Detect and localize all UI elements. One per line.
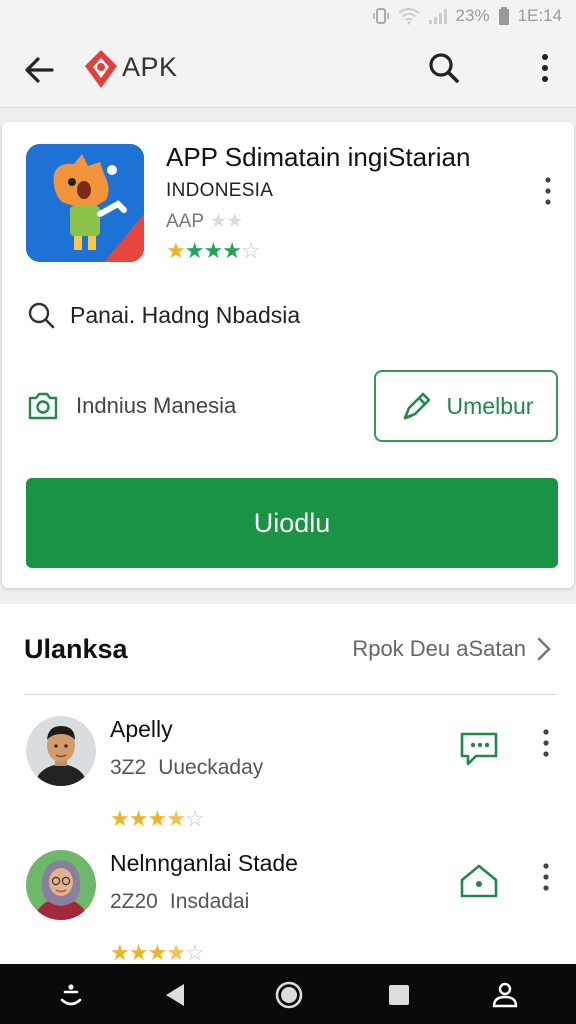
battery-percent: 23% — [455, 6, 490, 25]
back-arrow-icon[interactable] — [20, 50, 60, 90]
developer-label: AAP — [166, 210, 205, 232]
chevron-right-icon — [537, 637, 551, 661]
reviews-link-label: Rpok Deu aSatan — [352, 636, 526, 661]
apk-logo-icon — [85, 50, 117, 88]
vibrate-icon — [372, 8, 389, 24]
brand-name: APK — [122, 52, 178, 82]
assistant-icon[interactable] — [54, 978, 88, 1012]
star: ★ — [166, 238, 186, 263]
star: ★ — [166, 940, 186, 965]
home-nav-icon[interactable] — [272, 978, 306, 1012]
review-count: 2Z20 — [110, 890, 158, 913]
app-bar: APK — [0, 34, 576, 108]
star: ☆ — [184, 940, 205, 965]
avatar[interactable] — [26, 850, 96, 920]
reviews-section: Ulanksa Rpok Deu aSatan Apelly 3Z2 Uueck… — [0, 604, 576, 965]
star: ★ — [222, 238, 242, 263]
reviewer-name: Nelnnganlai Stade — [110, 850, 298, 876]
star: ★ — [203, 238, 223, 263]
star: ★ — [128, 940, 149, 965]
camera-row-text: Indnius Manesia — [76, 393, 237, 418]
app-icon[interactable] — [26, 144, 144, 262]
review-item: Apelly 3Z2 Uueckaday ★★★★☆ — [0, 716, 576, 846]
more-vert-icon[interactable] — [530, 48, 560, 88]
star: ★ — [147, 806, 167, 831]
status-bar: 23% 1E:14 — [0, 0, 576, 34]
search-row-text: Panai. Hadng Nbadsia — [70, 301, 301, 328]
app-card: APP Sdimatain ingiStarian INDONESIA AAP … — [2, 122, 574, 588]
avatar[interactable] — [26, 716, 96, 786]
star: ★ — [128, 806, 149, 831]
reviews-title: Ulanksa — [24, 634, 128, 664]
home-icon[interactable] — [456, 858, 502, 904]
star: ★ — [184, 238, 205, 263]
review-rating-stars: ★★★★☆ — [110, 940, 205, 966]
clock: 1E:14 — [517, 6, 562, 25]
more-vert-icon[interactable] — [536, 726, 556, 760]
app-country: INDONESIA — [166, 180, 274, 201]
search-row[interactable]: Panai. Hadng Nbadsia — [26, 300, 300, 330]
wifi-icon — [397, 8, 420, 25]
review-item: Nelnnganlai Stade 2Z20 Insdadai ★★★★☆ — [0, 850, 576, 980]
camera-row[interactable]: Indnius Manesia — [26, 390, 236, 422]
install-button[interactable]: Uiodlu — [26, 478, 558, 568]
divider — [24, 694, 556, 695]
back-nav-icon[interactable] — [158, 978, 192, 1012]
faint-stars: ★★ — [210, 211, 243, 232]
camera-icon — [28, 392, 58, 420]
review-date: Insdadai — [169, 890, 250, 913]
user-nav-icon[interactable] — [488, 978, 522, 1012]
more-vert-icon[interactable] — [538, 174, 558, 208]
chat-icon[interactable] — [456, 724, 502, 770]
app-developer: AAP ★★ — [166, 210, 243, 233]
app-title: APP Sdimatain ingiStarian — [166, 142, 471, 172]
pencil-icon — [403, 392, 430, 420]
battery-icon — [498, 7, 509, 25]
star: ★ — [166, 806, 186, 831]
more-vert-icon[interactable] — [536, 860, 556, 894]
reviews-see-all-link[interactable]: Rpok Deu aSatan — [352, 636, 552, 662]
star: ★ — [110, 940, 130, 965]
app-rating-stars: ★★★★☆ — [166, 238, 261, 264]
update-outline-label: Umelbur — [446, 392, 534, 419]
review-count: 3Z2 — [110, 756, 147, 779]
search-icon[interactable] — [424, 48, 464, 88]
install-button-label: Uiodlu — [253, 507, 331, 538]
review-meta: 3Z2 Uueckaday — [110, 756, 263, 780]
star: ★ — [110, 806, 130, 831]
star: ☆ — [184, 806, 205, 831]
reviewer-name: Apelly — [110, 716, 173, 742]
system-nav-bar — [0, 964, 576, 1024]
review-date: Uueckaday — [158, 756, 264, 779]
star: ☆ — [240, 238, 261, 263]
signal-icon — [428, 9, 447, 24]
review-meta: 2Z20 Insdadai — [110, 890, 249, 914]
search-icon — [28, 302, 55, 329]
update-outline-button[interactable]: Umelbur — [374, 370, 558, 442]
star: ★ — [147, 940, 167, 965]
recents-nav-icon[interactable] — [382, 978, 416, 1012]
review-rating-stars: ★★★★☆ — [110, 806, 205, 832]
